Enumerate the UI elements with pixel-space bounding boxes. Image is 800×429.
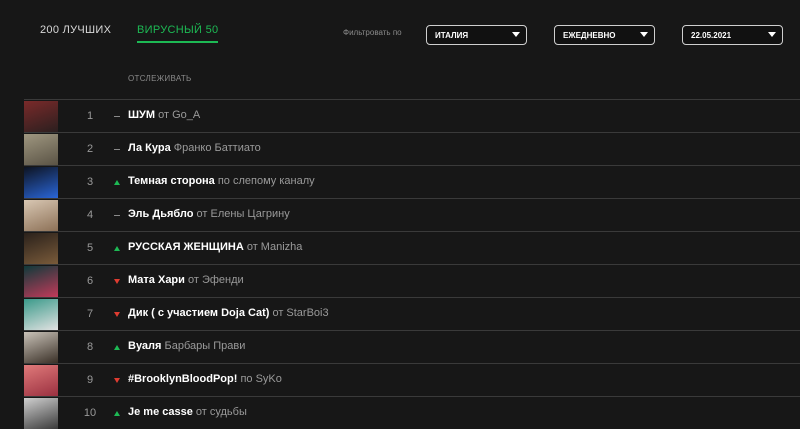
rank-number: 8 <box>86 341 94 353</box>
arrow-down-icon <box>113 312 122 319</box>
table-row[interactable]: 4 Эль Дьябло от Елены Цагрину <box>24 198 800 231</box>
dash-icon <box>113 214 122 220</box>
date-value: 22.05.2021 <box>691 30 732 40</box>
dash-icon <box>113 148 122 154</box>
table-row[interactable]: 2 Ла Кура Франко Баттиато <box>24 132 800 165</box>
arrow-up-icon <box>113 411 122 418</box>
rank-number: 7 <box>86 308 94 320</box>
rank-number: 3 <box>86 176 94 188</box>
track-title[interactable]: Дик ( с участием Doja Cat) <box>128 307 269 319</box>
album-cover <box>24 101 58 132</box>
country-value: ИТАЛИЯ <box>435 30 469 40</box>
album-cover <box>24 167 58 198</box>
table-row[interactable]: 9 #BrooklynBloodPop! по SyKo <box>24 363 800 396</box>
chart-table: 1 ШУМ от Go_A 2 Ла Кура Франко Баттиато 3 Т… <box>24 99 800 429</box>
tab-viral-50[interactable]: ВИРУСНЫЙ 50 <box>137 24 219 43</box>
track-title[interactable]: Вуаля <box>128 340 161 352</box>
track-info: Je me casse от судьбы <box>128 406 247 418</box>
track-info: ШУМ от Go_A <box>128 109 200 121</box>
interval-value: ЕЖЕДНЕВНО <box>563 30 616 40</box>
interval-select[interactable]: ЕЖЕДНЕВНО <box>554 25 655 45</box>
track-artist[interactable]: от судьбы <box>193 406 247 418</box>
table-row[interactable]: 5 РУССКАЯ ЖЕНЩИНА от Manizha <box>24 231 800 264</box>
rank-number: 4 <box>86 209 94 221</box>
country-select[interactable]: ИТАЛИЯ <box>426 25 527 45</box>
track-title[interactable]: Эль Дьябло <box>128 208 193 220</box>
album-cover <box>24 200 58 231</box>
track-title[interactable]: Темная сторона <box>128 175 215 187</box>
album-cover <box>24 398 58 429</box>
track-info: Ла Кура Франко Баттиато <box>128 142 261 154</box>
track-info: #BrooklynBloodPop! по SyKo <box>128 373 282 385</box>
album-cover <box>24 365 58 396</box>
track-title[interactable]: РУССКАЯ ЖЕНЩИНА <box>128 241 244 253</box>
rank-number: 2 <box>86 143 94 155</box>
table-row[interactable]: 10 Je me casse от судьбы <box>24 396 800 429</box>
track-artist[interactable]: Франко Баттиато <box>171 142 261 154</box>
album-cover <box>24 134 58 165</box>
track-title[interactable]: Je me casse <box>128 406 193 418</box>
track-artist[interactable]: от Manizha <box>244 241 303 253</box>
rank-number: 5 <box>86 242 94 254</box>
chevron-down-icon <box>640 32 648 37</box>
track-artist[interactable]: от StarBoi3 <box>269 307 328 319</box>
tab-top-200[interactable]: 200 ЛУЧШИХ <box>40 24 111 36</box>
dash-icon <box>113 115 122 121</box>
table-row[interactable]: 8 Вуаля Барбары Прави <box>24 330 800 363</box>
track-artist[interactable]: от Елены Цагрину <box>193 208 290 220</box>
track-title[interactable]: #BrooklynBloodPop! <box>128 373 237 385</box>
arrow-up-icon <box>113 180 122 187</box>
track-info: РУССКАЯ ЖЕНЩИНА от Manizha <box>128 241 302 253</box>
chevron-down-icon <box>512 32 520 37</box>
track-info: Мата Хари от Эфенди <box>128 274 244 286</box>
filter-label: Фильтровать по <box>343 28 402 37</box>
rank-number: 9 <box>86 374 94 386</box>
track-column-header: ОТСЛЕЖИВАТЬ <box>128 74 192 83</box>
rank-number: 1 <box>86 110 94 122</box>
track-artist[interactable]: от Эфенди <box>185 274 244 286</box>
table-row[interactable]: 3 Темная сторона по слепому каналу <box>24 165 800 198</box>
table-row[interactable]: 1 ШУМ от Go_A <box>24 99 800 132</box>
track-info: Темная сторона по слепому каналу <box>128 175 315 187</box>
track-artist[interactable]: от Go_A <box>155 109 200 121</box>
arrow-up-icon <box>113 345 122 352</box>
arrow-up-icon <box>113 246 122 253</box>
chevron-down-icon <box>768 32 776 37</box>
date-select[interactable]: 22.05.2021 <box>682 25 783 45</box>
table-row[interactable]: 6 Мата Хари от Эфенди <box>24 264 800 297</box>
rank-number: 10 <box>83 407 97 419</box>
album-cover <box>24 332 58 363</box>
track-info: Дик ( с участием Doja Cat) от StarBoi3 <box>128 307 329 319</box>
track-title[interactable]: Ла Кура <box>128 142 171 154</box>
track-info: Вуаля Барбары Прави <box>128 340 245 352</box>
track-title[interactable]: Мата Хари <box>128 274 185 286</box>
album-cover <box>24 233 58 264</box>
track-title[interactable]: ШУМ <box>128 109 155 121</box>
rank-number: 6 <box>86 275 94 287</box>
album-cover <box>24 266 58 297</box>
album-cover <box>24 299 58 330</box>
arrow-down-icon <box>113 378 122 385</box>
track-info: Эль Дьябло от Елены Цагрину <box>128 208 290 220</box>
table-row[interactable]: 7 Дик ( с участием Doja Cat) от StarBoi3 <box>24 297 800 330</box>
track-artist[interactable]: по SyKo <box>237 373 281 385</box>
arrow-down-icon <box>113 279 122 286</box>
track-artist[interactable]: Барбары Прави <box>161 340 246 352</box>
track-artist[interactable]: по слепому каналу <box>215 175 315 187</box>
